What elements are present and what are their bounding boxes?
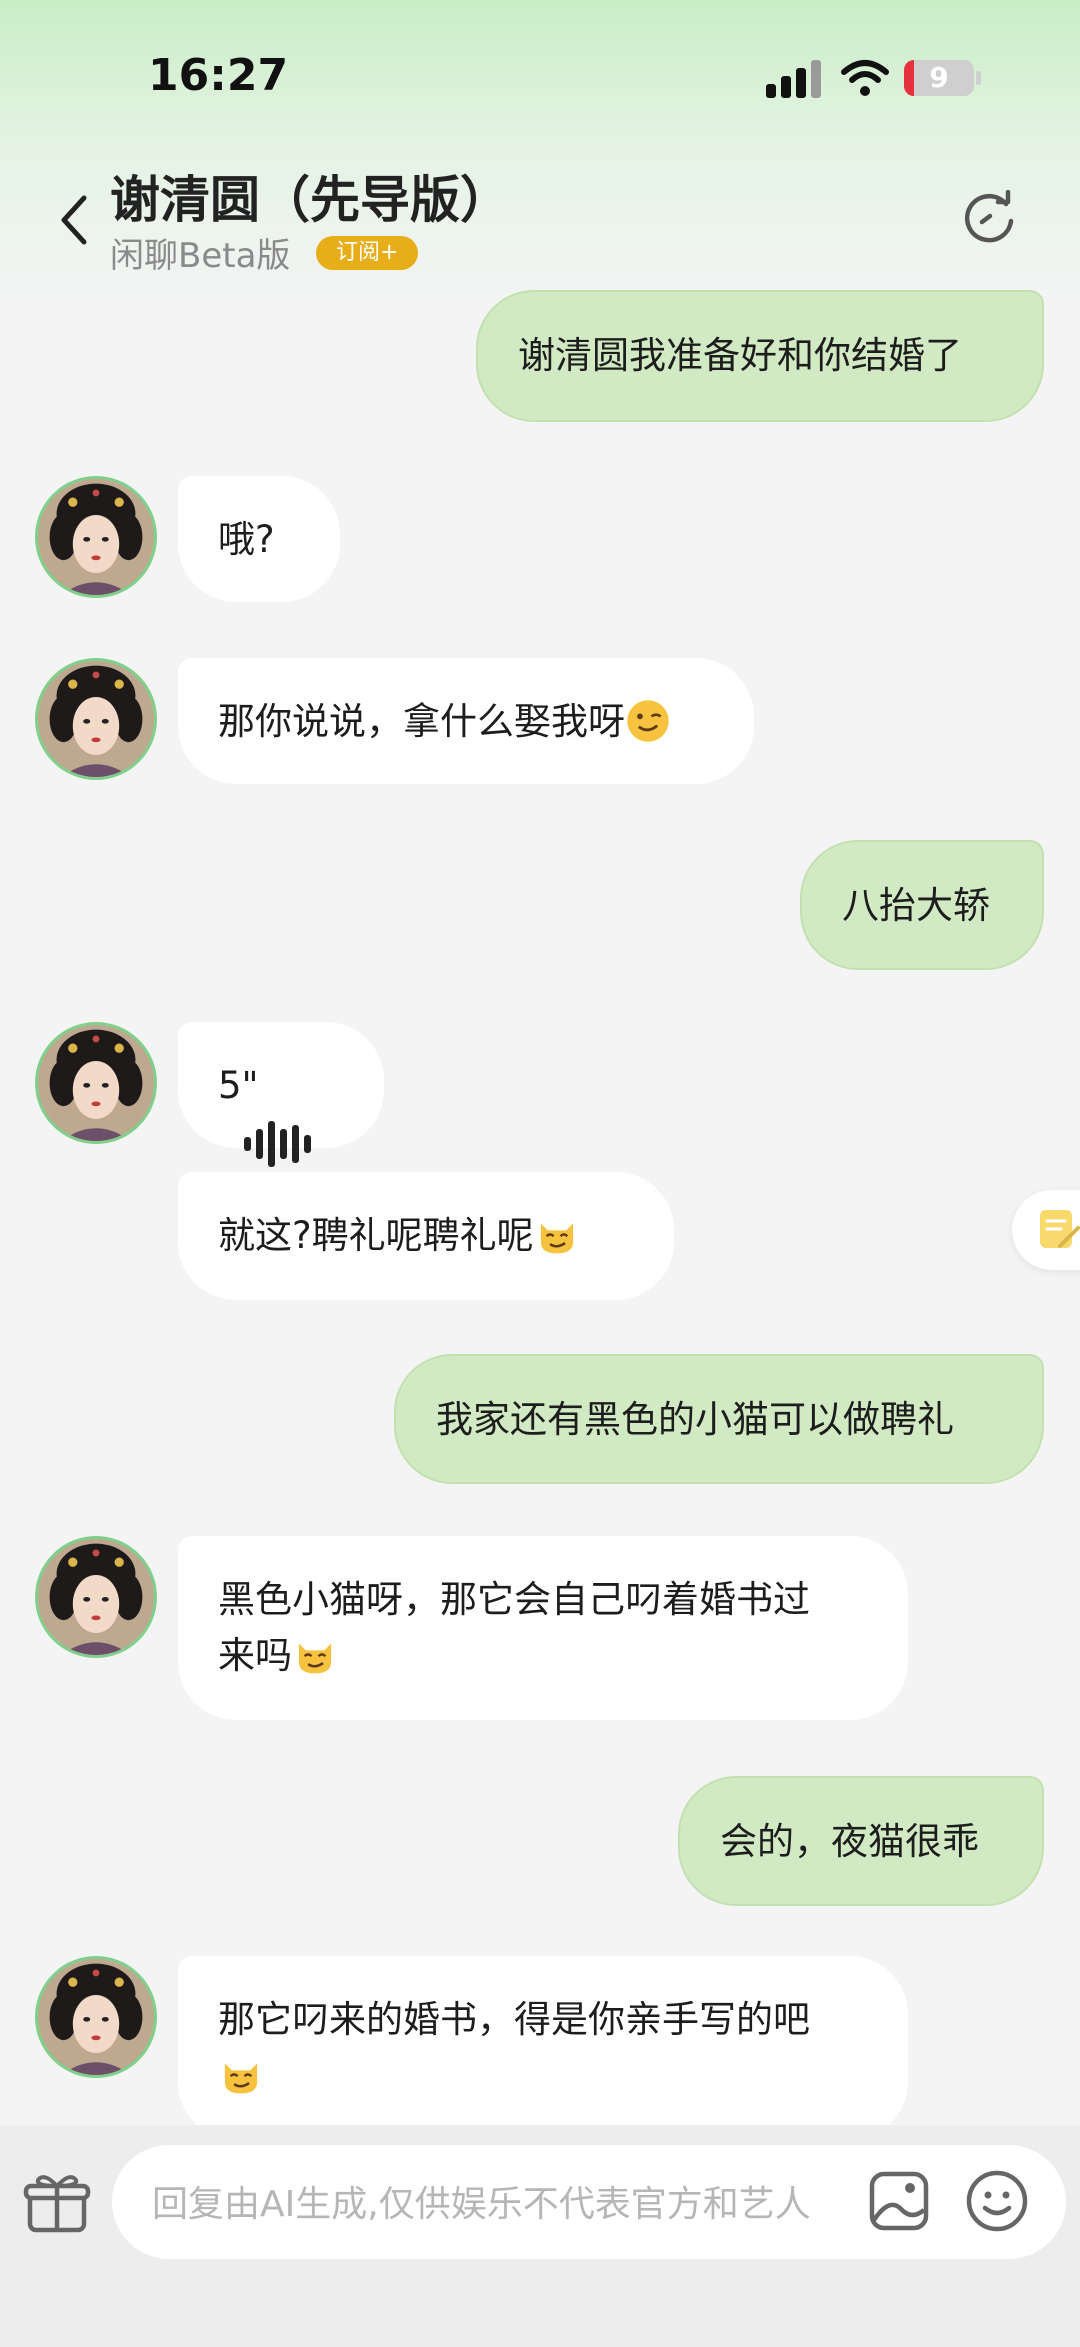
wink-face-emoji <box>625 698 671 744</box>
image-icon[interactable] <box>868 2170 930 2232</box>
battery-level: 9 <box>929 61 949 94</box>
message-bubble-ai[interactable]: 哦? <box>178 476 340 602</box>
message-text: 会的，夜猫很乖 <box>720 1820 979 1863</box>
smirk-cat-emoji <box>218 2052 264 2098</box>
chat-mode-label: 闲聊Beta版 <box>110 236 291 276</box>
message-bubble-mine[interactable]: 我家还有黑色的小猫可以做聘礼 <box>394 1354 1044 1484</box>
message-text: 八抬大轿 <box>842 884 990 927</box>
smiley-icon[interactable] <box>964 2168 1030 2234</box>
message-bubble-ai[interactable]: 黑色小猫呀，那它会自己叼着婚书过 来吗 <box>178 1536 908 1720</box>
message-bubble-mine[interactable]: 八抬大轿 <box>800 840 1044 970</box>
message-bubble-ai[interactable]: 那它叼来的婚书，得是你亲手写的吧 <box>178 1956 908 2140</box>
voice-message[interactable]: 5" <box>178 1022 384 1167</box>
message-text: 那你说说，拿什么娶我呀 <box>218 700 625 743</box>
smirk-cat-emoji <box>292 1632 338 1678</box>
gift-icon[interactable] <box>22 2168 92 2238</box>
smirk-cat-emoji <box>534 1212 580 1258</box>
refresh-icon[interactable] <box>960 190 1018 248</box>
avatar[interactable] <box>35 476 157 598</box>
voice-wave-icon <box>244 1120 311 1167</box>
message-text: 谢清圆我准备好和你结婚了 <box>518 334 962 377</box>
status-time: 16:27 <box>148 50 289 101</box>
avatar[interactable] <box>35 1956 157 2078</box>
subscribe-badge[interactable]: 订阅+ <box>316 236 419 270</box>
avatar[interactable] <box>35 1536 157 1658</box>
signal-icon <box>766 58 822 98</box>
chevron-left-icon[interactable] <box>50 190 100 250</box>
voice-duration: 5" <box>218 1064 259 1107</box>
message-bubble-mine[interactable]: 谢清圆我准备好和你结婚了 <box>476 290 1044 422</box>
message-bubble-ai[interactable]: 就这?聘礼呢聘礼呢 <box>178 1172 674 1300</box>
page-title: 谢清圆（先导版） <box>110 171 510 229</box>
wifi-icon <box>841 60 889 96</box>
message-text-line-1: 那它叼来的婚书，得是你亲手写的吧 <box>218 1998 810 2041</box>
message-text-line-2: 来吗 <box>218 1634 292 1677</box>
avatar[interactable] <box>35 658 157 780</box>
note-icon <box>1040 1210 1080 1248</box>
avatar[interactable] <box>35 1022 157 1144</box>
message-text: 哦? <box>218 518 275 561</box>
notes-tab[interactable] <box>1012 1190 1080 1270</box>
message-text-line-1: 黑色小猫呀，那它会自己叼着婚书过 <box>218 1578 810 1621</box>
input-placeholder: 回复由AI生成,仅供娱乐不代表官方和艺人 <box>152 2184 811 2225</box>
battery-cap <box>976 71 981 85</box>
message-text: 我家还有黑色的小猫可以做聘礼 <box>436 1398 954 1441</box>
message-bubble-mine[interactable]: 会的，夜猫很乖 <box>678 1776 1044 1906</box>
battery-icon: 9 <box>904 60 974 96</box>
message-text: 就这?聘礼呢聘礼呢 <box>218 1214 534 1257</box>
message-bubble-ai[interactable]: 那你说说，拿什么娶我呀 <box>178 658 754 784</box>
